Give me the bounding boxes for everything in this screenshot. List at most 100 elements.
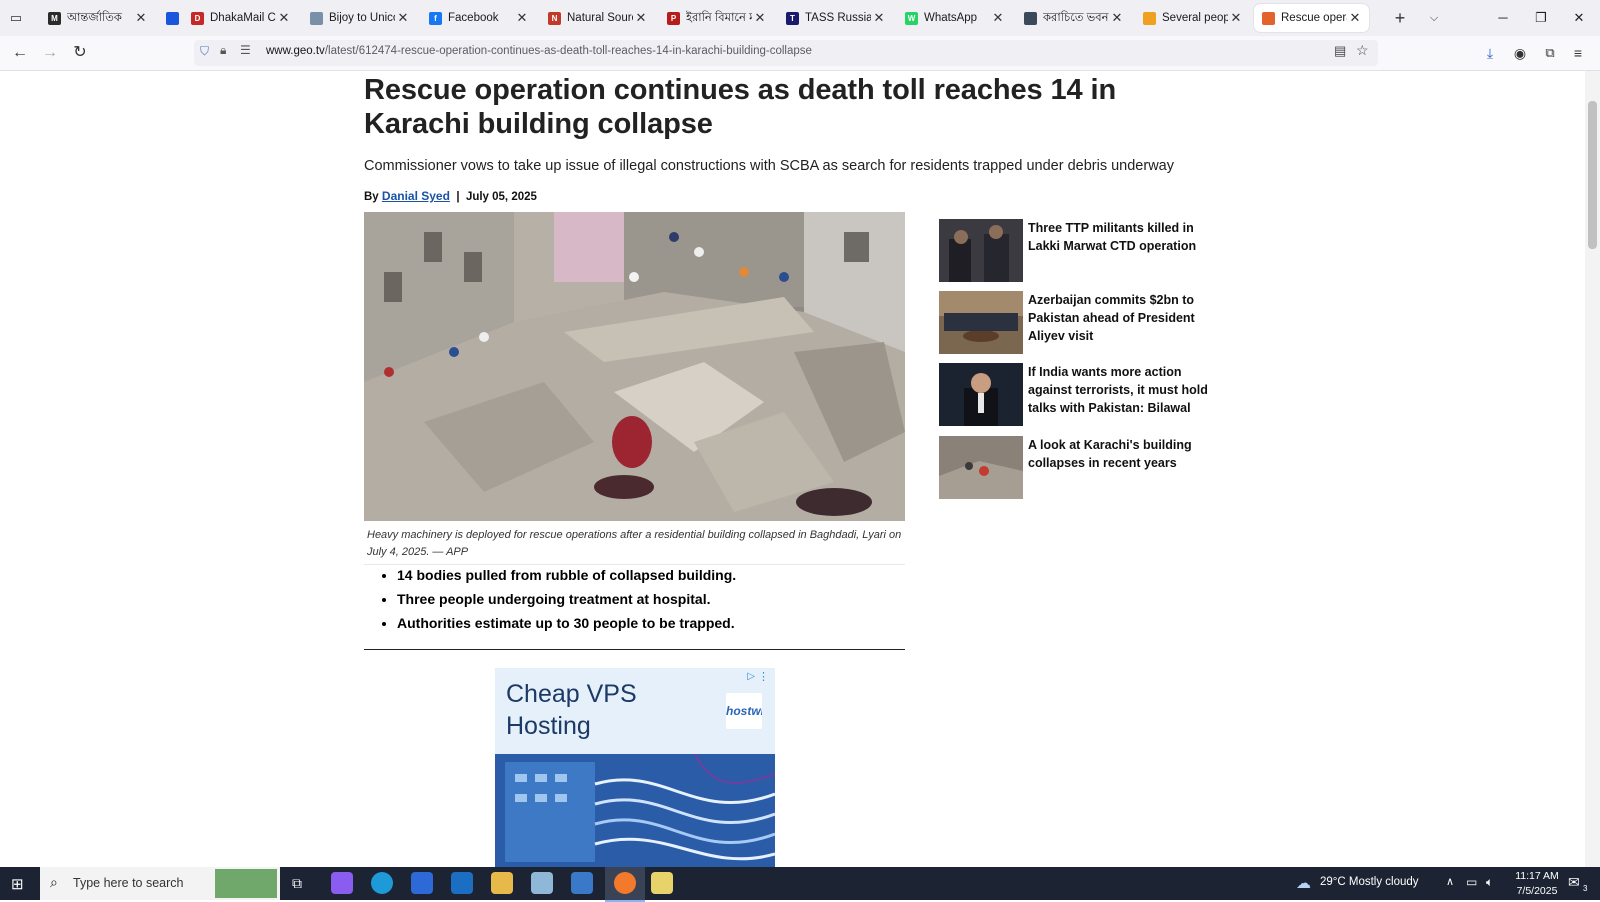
tab-close-icon[interactable]: ✕ (752, 10, 768, 26)
weather-text[interactable]: 29°C Mostly cloudy (1320, 876, 1419, 888)
windows-taskbar: ⊞ ⌕ Type here to search ⧉ ☁ 29°C Mostly … (0, 867, 1600, 902)
edge-icon[interactable] (371, 872, 393, 894)
close-window-icon[interactable]: ✕ (1560, 0, 1598, 36)
notepad-icon[interactable] (651, 872, 673, 894)
app-icon[interactable] (531, 872, 553, 894)
tab-title: TASS Russian Ne (805, 12, 871, 24)
network-icon[interactable]: ▭ (1466, 875, 1477, 889)
shield-icon[interactable]: ⛉ (200, 44, 209, 59)
browser-tab[interactable]: W WhatsApp ✕ (897, 4, 1012, 32)
account-icon[interactable]: ◉ (1508, 41, 1532, 65)
reader-view-icon[interactable]: ▤ (1334, 43, 1346, 59)
tab-close-icon[interactable]: ✕ (871, 10, 887, 26)
windows-start-icon[interactable]: ⊞ (11, 875, 24, 893)
tab-close-icon[interactable]: ✕ (133, 10, 149, 26)
browser-tab[interactable]: M আন্তর্জাতিক ✕ (40, 4, 155, 32)
browser-tab[interactable]: Several people k✕ (1135, 4, 1250, 32)
highlight-item: Three people undergoing treatment at hos… (397, 587, 917, 611)
menu-icon[interactable]: ≡ (1566, 41, 1590, 65)
volume-icon[interactable]: 🔈︎ (1486, 875, 1493, 890)
ad-image[interactable] (495, 754, 775, 867)
bookmark-star-icon[interactable]: ☆ (1356, 42, 1369, 59)
tab-favicon-icon (1262, 11, 1275, 25)
clock[interactable]: 11:17 AM 7/5/2025 (1510, 869, 1564, 899)
address-bar[interactable]: ⛉ 🔒︎ ☰ www.geo.tv/latest/612474-rescue-o… (194, 40, 1378, 66)
new-tab-button[interactable]: + (1388, 6, 1412, 30)
task-view-icon[interactable]: ⧉ (292, 875, 302, 892)
tab-close-icon[interactable]: ✕ (1347, 10, 1363, 26)
sidebar-story[interactable]: Three TTP militants killed in Lakki Marw… (939, 219, 1219, 283)
outlook-icon[interactable] (451, 872, 473, 894)
notification-count: 3 (1583, 884, 1588, 893)
browser-tab[interactable]: P ইরানি বিমানে মার্কি✕ (659, 4, 774, 32)
image-caption: Heavy machinery is deployed for rescue o… (367, 529, 902, 558)
tab-title: Several people k (1162, 12, 1228, 24)
tab-favicon-icon (1024, 11, 1037, 25)
tab-favicon-icon: f (429, 11, 442, 25)
lock-icon[interactable]: 🔒︎ (220, 43, 226, 58)
tab-close-icon[interactable]: ✕ (395, 10, 411, 26)
browser-tab[interactable]: D DhakaMail CMS✕ (183, 4, 298, 32)
story-thumbnail[interactable] (939, 219, 1023, 282)
file-explorer-icon[interactable] (491, 872, 513, 894)
sidebar-story[interactable]: Azerbaijan commits $2bn to Pakistan ahea… (939, 291, 1219, 355)
highlight-item: Authorities estimate up to 30 people to … (397, 611, 917, 635)
story-title[interactable]: Three TTP militants killed in Lakki Marw… (1028, 219, 1213, 255)
forward-icon[interactable]: → (38, 41, 62, 65)
tab-close-icon[interactable]: ✕ (276, 10, 292, 26)
tab-favicon-icon: N (548, 11, 561, 25)
tab-close-icon[interactable]: ✕ (1228, 10, 1244, 26)
ad-options-icon[interactable]: ⋮ (758, 670, 769, 683)
app-icon[interactable] (571, 872, 593, 894)
scrollbar-thumb[interactable] (1588, 101, 1597, 249)
story-thumbnail[interactable] (939, 436, 1023, 499)
browser-tab[interactable]: Bijoy to Unicode✕ (302, 4, 417, 32)
navigation-toolbar: ← → ↻ ⛉ 🔒︎ ☰ www.geo.tv/latest/612474-re… (0, 36, 1600, 71)
firefox-taskbar-button[interactable] (605, 867, 645, 902)
tab-overview-icon[interactable]: ▭ (4, 6, 28, 30)
tab-close-icon[interactable]: ✕ (633, 10, 649, 26)
tab-close-icon[interactable]: ✕ (1109, 10, 1125, 26)
browser-tab[interactable]: N Natural Sources✕ (540, 4, 655, 32)
byline-separator: | (456, 191, 460, 203)
story-title[interactable]: Azerbaijan commits $2bn to Pakistan ahea… (1028, 291, 1213, 345)
url-text[interactable]: www.geo.tv/latest/612474-rescue-operatio… (266, 45, 812, 57)
extensions-icon[interactable]: ⧉ (1538, 41, 1562, 65)
story-thumbnail[interactable] (939, 291, 1023, 354)
page-scrollbar[interactable] (1585, 71, 1600, 867)
browser-tab[interactable]: f Facebook ✕ (421, 4, 536, 32)
tab-close-icon[interactable]: ✕ (990, 10, 1006, 26)
advertisement[interactable]: ▷ ⋮ Cheap VPS Hosting hostwinds (495, 668, 775, 867)
ad-logo[interactable]: hostwinds (726, 693, 762, 729)
story-title[interactable]: A look at Karachi's building collapses i… (1028, 436, 1213, 472)
store-icon[interactable] (411, 872, 433, 894)
browser-tab[interactable]: Rescue operation✕ (1254, 4, 1369, 32)
tab-title: করাচিতে ভবন ধ (1043, 11, 1109, 24)
copilot-icon[interactable] (331, 872, 353, 894)
restore-icon[interactable]: ❐ (1522, 0, 1560, 36)
story-title[interactable]: If India wants more action against terro… (1028, 363, 1213, 417)
downloads-icon[interactable]: ⤓ (1478, 41, 1502, 65)
tray-overflow-icon[interactable]: ∧ (1446, 875, 1454, 888)
notification-icon[interactable]: ✉ (1568, 874, 1580, 891)
tab-favicon-icon: D (191, 11, 204, 25)
sidebar-story[interactable]: If India wants more action against terro… (939, 363, 1219, 427)
list-all-tabs-icon[interactable]: ⌵ (1422, 6, 1446, 30)
tab-close-icon[interactable]: ✕ (514, 10, 530, 26)
minimize-icon[interactable]: ─ (1484, 0, 1522, 36)
browser-tab[interactable]: T TASS Russian Ne✕ (778, 4, 893, 32)
taskbar-search[interactable]: ⌕ Type here to search (40, 867, 280, 900)
tab-title: ইরানি বিমানে মার্কি (686, 11, 752, 24)
ad-title[interactable]: Cheap VPS Hosting (506, 678, 706, 742)
permissions-icon[interactable]: ☰ (240, 43, 251, 57)
browser-tab[interactable] (158, 4, 182, 32)
browser-tab[interactable]: করাচিতে ভবন ধ✕ (1016, 4, 1131, 32)
sidebar-story[interactable]: A look at Karachi's building collapses i… (939, 436, 1219, 500)
story-thumbnail[interactable] (939, 363, 1023, 426)
tab-title: আন্তর্জাতিক (67, 11, 122, 24)
back-icon[interactable]: ← (8, 41, 32, 65)
weather-icon[interactable]: ☁ (1296, 874, 1311, 892)
reload-icon[interactable]: ↻ (68, 41, 92, 65)
adchoices-icon[interactable]: ▷ (747, 671, 755, 682)
author-link[interactable]: Danial Syed (382, 189, 450, 203)
